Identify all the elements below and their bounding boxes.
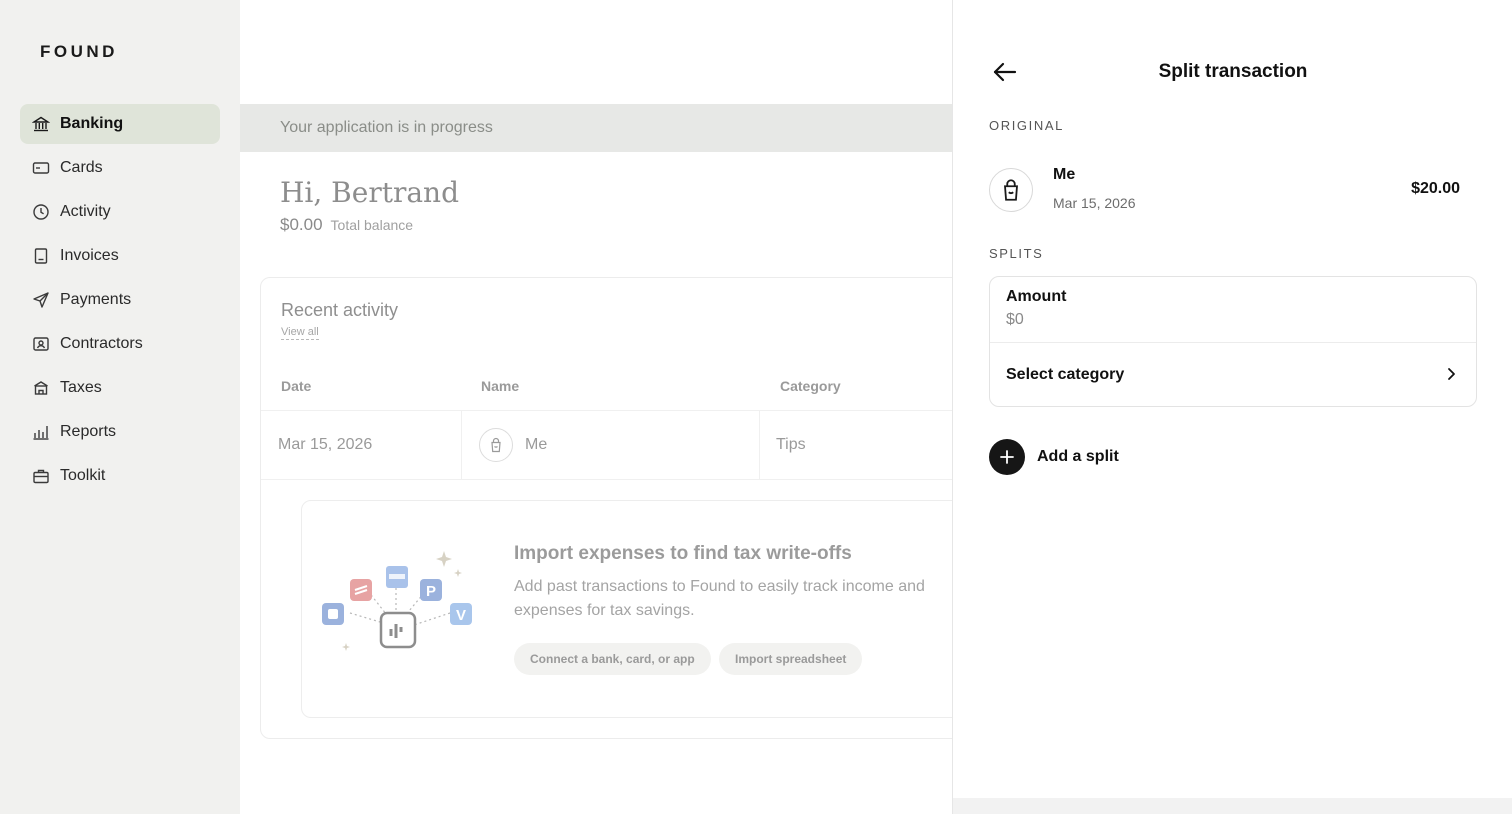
add-split-button[interactable]: Add a split xyxy=(989,439,1119,475)
recent-activity-title: Recent activity xyxy=(281,300,399,320)
split-transaction-panel: Split transaction ORIGINAL Me Mar 15, 20… xyxy=(952,0,1512,814)
original-section-label: ORIGINAL xyxy=(989,118,1064,133)
application-banner: Your application is in progress xyxy=(240,104,952,152)
svg-text:P: P xyxy=(426,583,436,600)
amount-label: Amount xyxy=(1006,288,1067,305)
svg-text:V: V xyxy=(456,607,466,624)
column-divider xyxy=(461,411,462,479)
sidebar-item-banking[interactable]: Banking xyxy=(20,104,220,144)
split-card: Amount Select category xyxy=(989,276,1477,407)
panel-footer-strip xyxy=(953,798,1512,814)
table-row[interactable]: Mar 15, 2026 Me Tips xyxy=(261,410,952,480)
found-logo: FOUND xyxy=(40,42,118,61)
sidebar-item-label: Contractors xyxy=(60,335,143,352)
sidebar-item-reports[interactable]: Reports xyxy=(20,412,220,452)
card-icon xyxy=(32,159,50,177)
sidebar-item-toolkit[interactable]: Toolkit xyxy=(20,456,220,496)
sidebar-item-label: Payments xyxy=(60,291,132,308)
splits-section-label: SPLITS xyxy=(989,246,1044,261)
balance: $0.00 Total balance xyxy=(280,215,413,235)
plus-icon xyxy=(989,439,1025,475)
sidebar-item-label: Invoices xyxy=(60,247,119,264)
import-spreadsheet-button[interactable]: Import spreadsheet xyxy=(719,643,863,675)
sidebar-nav: Banking Cards Activity Invoices Payments xyxy=(20,104,220,500)
row-category: Tips xyxy=(776,436,806,453)
select-category-row[interactable]: Select category xyxy=(990,343,1476,406)
greeting-heading: Hi, Bertrand xyxy=(280,176,459,209)
add-split-label: Add a split xyxy=(1037,448,1119,465)
sidebar-item-label: Cards xyxy=(60,159,103,176)
row-name: Me xyxy=(525,436,548,453)
invoice-icon xyxy=(32,247,50,265)
view-all-link[interactable]: View all xyxy=(281,326,319,340)
bank-icon xyxy=(32,115,50,133)
import-description: Add past transactions to Found to easily… xyxy=(514,578,925,619)
sidebar-item-label: Activity xyxy=(60,203,111,220)
original-date: Mar 15, 2026 xyxy=(1053,195,1136,211)
original-name: Me xyxy=(1053,166,1076,183)
column-header-date[interactable]: Date xyxy=(281,378,311,394)
balance-label: Total balance xyxy=(330,217,414,233)
panel-title: Split transaction xyxy=(1158,61,1308,82)
original-amount: $20.00 xyxy=(1411,180,1460,197)
column-divider xyxy=(759,411,760,479)
row-name-cell: Me xyxy=(479,411,547,479)
sidebar: FOUND Banking Cards Activity Invoices Pa… xyxy=(0,0,240,814)
sidebar-item-contractors[interactable]: Contractors xyxy=(20,324,220,364)
select-category-label: Select category xyxy=(1006,365,1125,383)
row-date: Mar 15, 2026 xyxy=(278,436,373,453)
sidebar-item-label: Banking xyxy=(60,115,124,132)
clock-icon xyxy=(32,203,50,221)
sidebar-item-label: Toolkit xyxy=(60,467,106,484)
sidebar-item-invoices[interactable]: Invoices xyxy=(20,236,220,276)
column-header-name[interactable]: Name xyxy=(481,378,519,394)
bag-icon xyxy=(479,428,513,462)
bar-chart-icon xyxy=(32,423,50,441)
balance-amount: $0.00 xyxy=(280,215,323,234)
chevron-right-icon xyxy=(1448,368,1455,380)
sidebar-item-taxes[interactable]: Taxes xyxy=(20,368,220,408)
import-expenses-card: P V Import expenses to find tax write-of… xyxy=(301,500,952,718)
sidebar-item-payments[interactable]: Payments xyxy=(20,280,220,320)
import-title: Import expenses to find tax write-offs xyxy=(514,543,852,564)
contractor-icon xyxy=(32,335,50,353)
amount-input[interactable] xyxy=(1006,311,1306,329)
sidebar-item-cards[interactable]: Cards xyxy=(20,148,220,188)
column-header-category[interactable]: Category xyxy=(780,378,841,394)
banner-text: Your application is in progress xyxy=(280,119,493,136)
sidebar-item-activity[interactable]: Activity xyxy=(20,192,220,232)
sidebar-item-label: Reports xyxy=(60,423,117,440)
recent-activity-card: Recent activity View all Date Name Categ… xyxy=(260,277,952,739)
briefcase-icon xyxy=(32,467,50,485)
import-illustration: P V xyxy=(322,551,472,651)
main-content: Your application is in progress Hi, Bert… xyxy=(240,0,952,814)
taxes-icon xyxy=(32,379,50,397)
connect-account-button[interactable]: Connect a bank, card, or app xyxy=(514,643,711,675)
sidebar-item-label: Taxes xyxy=(60,379,102,396)
bag-icon xyxy=(989,168,1033,212)
send-icon xyxy=(32,291,50,309)
